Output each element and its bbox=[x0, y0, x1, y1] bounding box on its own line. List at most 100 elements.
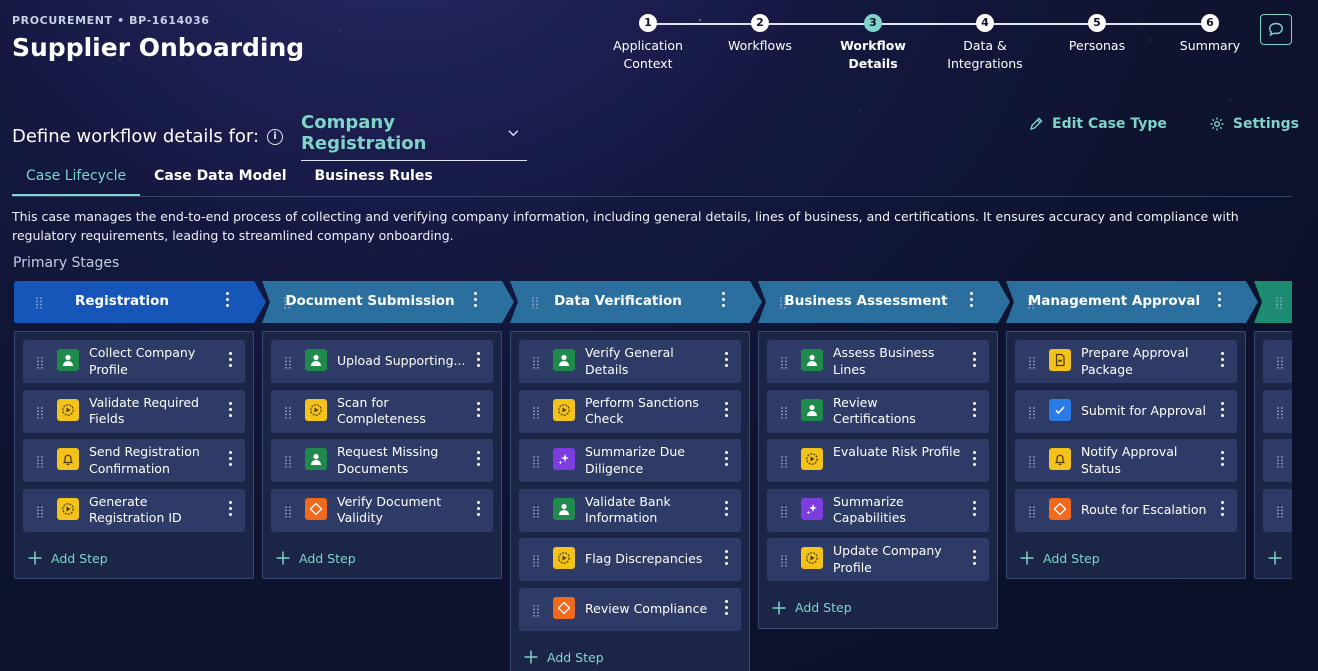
more-vertical-icon[interactable] bbox=[721, 550, 731, 568]
more-vertical-icon[interactable] bbox=[1217, 401, 1227, 420]
step-personas[interactable]: 5 Personas bbox=[1045, 14, 1149, 55]
drag-handle-icon[interactable] bbox=[1277, 503, 1283, 522]
more-vertical-icon[interactable] bbox=[1217, 451, 1227, 469]
step-card-send-registration-confirmation[interactable]: Send Registration Confirmation bbox=[23, 439, 245, 482]
step-card-summarize-due-diligence[interactable]: Summarize Due Diligence bbox=[519, 439, 741, 482]
case-type-select[interactable]: Company Registration bbox=[301, 112, 528, 161]
drag-handle-icon[interactable] bbox=[1029, 404, 1035, 423]
step-card-scan-for-completeness[interactable]: Scan for Completeness bbox=[271, 389, 493, 433]
drag-handle-icon[interactable] bbox=[37, 404, 43, 423]
more-vertical-icon[interactable] bbox=[969, 500, 979, 519]
more-vertical-icon[interactable] bbox=[473, 401, 483, 420]
step-card-verify-general-details[interactable]: Verify General Details bbox=[519, 340, 741, 383]
drag-handle-icon[interactable] bbox=[533, 404, 539, 423]
drag-handle-icon[interactable] bbox=[781, 354, 787, 373]
more-vertical-icon[interactable] bbox=[721, 500, 731, 519]
more-vertical-icon[interactable] bbox=[1217, 500, 1227, 519]
more-vertical-icon[interactable] bbox=[721, 599, 731, 618]
drag-handle-icon[interactable] bbox=[533, 552, 539, 571]
tab-case-data-model[interactable]: Case Data Model bbox=[140, 160, 300, 196]
step-card[interactable] bbox=[1263, 439, 1292, 482]
step-card-review-certifications[interactable]: Review Certifications bbox=[767, 389, 989, 433]
step-application-context[interactable]: 1 Application Context bbox=[596, 14, 700, 73]
step-card-prepare-approval-package[interactable]: Prepare Approval Package bbox=[1015, 340, 1237, 383]
drag-handle-icon[interactable] bbox=[1029, 503, 1035, 522]
step-card-submit-for-approval[interactable]: Submit for Approval bbox=[1015, 389, 1237, 433]
more-vertical-icon[interactable] bbox=[721, 352, 731, 370]
more-vertical-icon[interactable] bbox=[225, 451, 235, 469]
drag-handle-icon[interactable] bbox=[781, 404, 787, 423]
stage-header[interactable]: Management Approval bbox=[1006, 281, 1258, 323]
step-card-perform-sanctions-check[interactable]: Perform Sanctions Check bbox=[519, 389, 741, 433]
more-vertical-icon[interactable] bbox=[1217, 352, 1227, 370]
drag-handle-icon[interactable] bbox=[285, 404, 291, 423]
more-vertical-icon[interactable] bbox=[470, 292, 480, 310]
step-card-route-for-escalation[interactable]: Route for Escalation bbox=[1015, 488, 1237, 532]
drag-handle-icon[interactable] bbox=[781, 453, 787, 472]
drag-handle-icon[interactable] bbox=[1277, 354, 1283, 373]
step-card-update-company-profile[interactable]: Update Company Profile bbox=[767, 538, 989, 581]
stage-header[interactable]: Business Assessment bbox=[758, 281, 1010, 323]
drag-handle-icon[interactable] bbox=[1277, 453, 1283, 472]
drag-handle-icon[interactable] bbox=[285, 453, 291, 472]
step-card-review-compliance[interactable]: Review Compliance bbox=[519, 587, 741, 631]
more-vertical-icon[interactable] bbox=[222, 292, 232, 310]
drag-handle-icon[interactable] bbox=[533, 453, 539, 472]
step-card-validate-bank-information[interactable]: Validate Bank Information bbox=[519, 488, 741, 532]
tab-case-lifecycle[interactable]: Case Lifecycle bbox=[12, 160, 141, 196]
step-workflow-details[interactable]: 3 Workflow Details bbox=[821, 14, 925, 73]
drag-handle-icon[interactable] bbox=[533, 354, 539, 373]
drag-handle-icon[interactable] bbox=[1029, 453, 1035, 472]
more-vertical-icon[interactable] bbox=[721, 401, 731, 420]
drag-handle-icon[interactable] bbox=[1029, 354, 1035, 373]
chat-button[interactable] bbox=[1260, 14, 1292, 45]
step-card[interactable] bbox=[1263, 389, 1292, 433]
add-step-button[interactable]: Add Step bbox=[23, 538, 245, 578]
step-data-integrations[interactable]: 4 Data & Integrations bbox=[933, 14, 1037, 73]
stage-header[interactable]: Document Submission bbox=[262, 281, 514, 323]
step-card-generate-registration-id[interactable]: Generate Registration ID bbox=[23, 488, 245, 532]
step-card-assess-business-lines[interactable]: Assess Business Lines bbox=[767, 340, 989, 383]
more-vertical-icon[interactable] bbox=[225, 401, 235, 420]
drag-handle-icon[interactable] bbox=[37, 354, 43, 373]
step-summary[interactable]: 6 Summary bbox=[1158, 14, 1262, 55]
drag-handle-icon[interactable] bbox=[37, 453, 43, 472]
step-workflows[interactable]: 2 Workflows bbox=[708, 14, 812, 55]
drag-handle-icon[interactable] bbox=[781, 503, 787, 522]
step-card-verify-document-validity[interactable]: Verify Document Validity bbox=[271, 488, 493, 532]
add-step-button[interactable]: Add Step bbox=[519, 637, 741, 671]
step-card[interactable] bbox=[1263, 488, 1292, 532]
stage-header[interactable]: Registration bbox=[14, 281, 266, 323]
info-icon[interactable]: i bbox=[267, 128, 284, 145]
step-card-evaluate-risk-profile[interactable]: Evaluate Risk Profile bbox=[767, 439, 989, 482]
drag-handle-icon[interactable] bbox=[285, 503, 291, 522]
step-card-summarize-capabilities[interactable]: Summarize Capabilities bbox=[767, 488, 989, 532]
more-vertical-icon[interactable] bbox=[969, 550, 979, 568]
more-vertical-icon[interactable] bbox=[473, 500, 483, 519]
more-vertical-icon[interactable] bbox=[718, 292, 728, 310]
step-card-flag-discrepancies[interactable]: Flag Discrepancies bbox=[519, 538, 741, 581]
more-vertical-icon[interactable] bbox=[969, 451, 979, 469]
step-card[interactable] bbox=[1263, 340, 1292, 383]
drag-handle-icon[interactable] bbox=[1277, 404, 1283, 423]
stage-header[interactable] bbox=[1254, 281, 1292, 323]
drag-handle-icon[interactable] bbox=[37, 503, 43, 522]
step-card-collect-company-profile[interactable]: Collect Company Profile bbox=[23, 340, 245, 383]
edit-case-type-button[interactable]: Edit Case Type bbox=[1028, 116, 1167, 132]
add-step-button[interactable] bbox=[1263, 538, 1292, 578]
more-vertical-icon[interactable] bbox=[721, 451, 731, 469]
tab-business-rules[interactable]: Business Rules bbox=[301, 160, 447, 196]
drag-handle-icon[interactable] bbox=[533, 602, 539, 621]
stage-header[interactable]: Data Verification bbox=[510, 281, 762, 323]
more-vertical-icon[interactable] bbox=[1214, 292, 1224, 310]
step-card-request-missing-documents[interactable]: Request Missing Documents bbox=[271, 439, 493, 482]
more-vertical-icon[interactable] bbox=[473, 352, 483, 370]
settings-button[interactable]: Settings bbox=[1209, 116, 1299, 132]
more-vertical-icon[interactable] bbox=[473, 451, 483, 469]
drag-handle-icon[interactable] bbox=[1276, 294, 1282, 313]
more-vertical-icon[interactable] bbox=[225, 352, 235, 370]
add-step-button[interactable]: Add Step bbox=[1015, 538, 1237, 578]
add-step-button[interactable]: Add Step bbox=[271, 538, 493, 578]
drag-handle-icon[interactable] bbox=[781, 552, 787, 571]
more-vertical-icon[interactable] bbox=[966, 292, 976, 310]
